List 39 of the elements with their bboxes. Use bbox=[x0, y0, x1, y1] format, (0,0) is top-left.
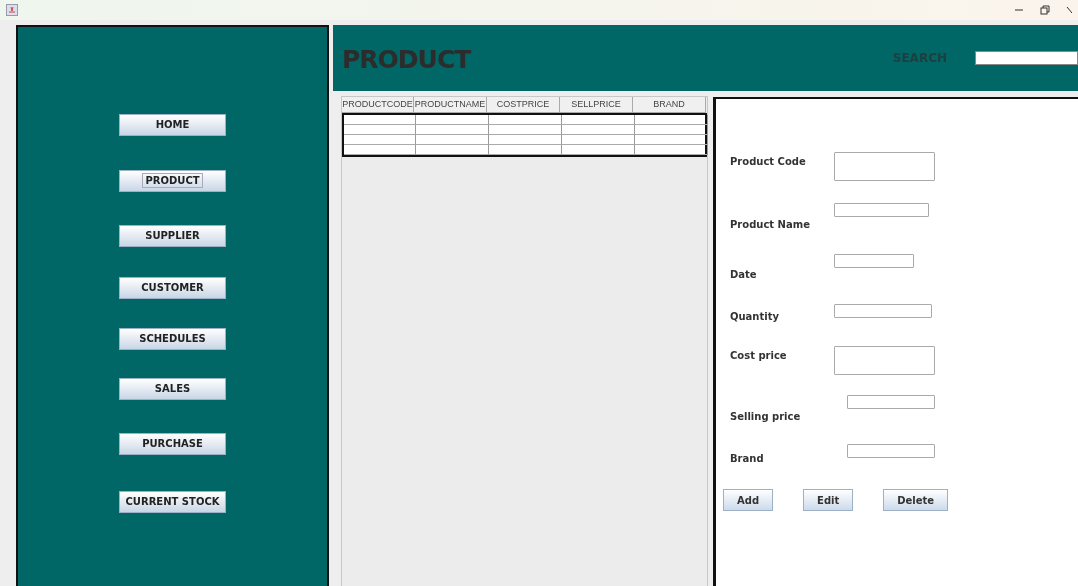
field-label: Brand bbox=[730, 452, 765, 466]
input-field[interactable] bbox=[847, 395, 935, 409]
input-field[interactable] bbox=[834, 203, 929, 217]
input-field[interactable] bbox=[834, 254, 914, 268]
close-icon[interactable] bbox=[1066, 5, 1072, 15]
field-label: Product Code bbox=[730, 155, 807, 169]
nav-button[interactable]: SCHEDULES bbox=[119, 328, 226, 350]
column-header[interactable]: SELLPRICE bbox=[560, 97, 633, 113]
field-label: Date bbox=[730, 268, 758, 282]
table-cell bbox=[344, 135, 416, 145]
input-field[interactable] bbox=[834, 346, 935, 375]
nav-button[interactable]: CURRENT STOCK bbox=[119, 491, 226, 513]
field-label: Quantity bbox=[730, 310, 780, 324]
search-field[interactable] bbox=[975, 51, 1078, 65]
nav-button[interactable]: CUSTOMER bbox=[119, 277, 226, 299]
action-button[interactable]: Edit bbox=[803, 489, 854, 511]
action-button[interactable]: Delete bbox=[883, 489, 949, 511]
nav-button[interactable]: PURCHASE bbox=[119, 433, 226, 455]
input-field[interactable] bbox=[834, 304, 932, 318]
nav-button[interactable]: SUPPLIER bbox=[119, 225, 226, 247]
field-label: Cost price bbox=[730, 349, 788, 363]
column-header[interactable]: PRODUCTCODE bbox=[342, 97, 414, 113]
app-icon bbox=[6, 4, 18, 16]
column-header[interactable]: BRAND bbox=[633, 97, 706, 113]
restore-icon[interactable] bbox=[1040, 5, 1050, 15]
input-field[interactable] bbox=[834, 152, 935, 181]
field-label: Selling price bbox=[730, 410, 802, 424]
input-field[interactable] bbox=[847, 444, 935, 458]
field-label: Product Name bbox=[730, 218, 811, 232]
column-header[interactable]: COSTPRICE bbox=[487, 97, 560, 113]
action-button[interactable]: Add bbox=[723, 489, 774, 511]
table-cell bbox=[344, 145, 416, 155]
column-header[interactable]: PRODUCTNAME bbox=[414, 97, 487, 113]
nav-button[interactable]: PRODUCT bbox=[119, 170, 226, 192]
nav-button[interactable]: HOME bbox=[119, 114, 226, 136]
table-cell bbox=[344, 125, 416, 135]
table-cell bbox=[344, 115, 416, 125]
page-title: PRODUCT bbox=[342, 43, 471, 76]
nav-button[interactable]: SALES bbox=[119, 378, 226, 400]
